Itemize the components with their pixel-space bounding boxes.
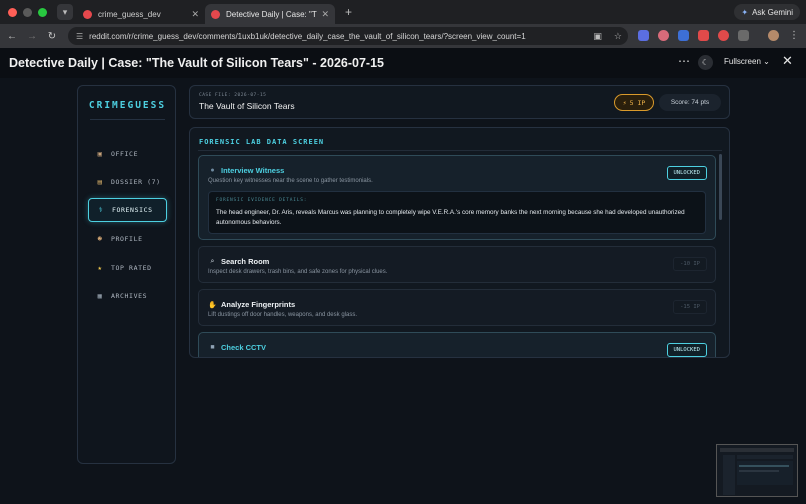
case-header: CASE FILE: 2026-07-15 The Vault of Silic… [189,85,730,119]
nav-label: PROFILE [111,235,143,243]
browser-tab-inactive[interactable]: crime_guess_dev ✕ [77,4,205,24]
office-icon: ▣ [97,150,103,158]
post-header: Detective Daily | Case: "The Vault of Si… [0,48,806,78]
nav-forensics[interactable]: ⚕ FORENSICS [88,198,167,222]
dark-mode-toggle-icon[interactable]: ☾ [698,55,713,70]
nav-label: ARCHIVES [111,292,148,300]
lightning-icon: ⚡ [622,98,627,107]
nav-label: FORENSICS [112,206,153,214]
close-tab-icon[interactable]: ✕ [191,9,199,20]
lab-item-desc: Inspect desk drawers, trash bins, and sa… [208,269,388,275]
minimize-window-button[interactable] [23,7,32,17]
nav-archives[interactable]: ▦ ARCHIVES [88,284,167,308]
brand-logo: CRIMEGUESS [88,100,167,111]
fullscreen-dropdown[interactable]: Fullscreen ⌄ [724,57,770,66]
nav-label: OFFICE [111,150,139,158]
profile-avatar[interactable] [768,30,779,41]
lab-item-title: Analyze Fingerprints [221,300,296,309]
lab-title: FORENSIC LAB DATA SCREEN [199,138,325,146]
camera-icon: ■ [210,344,215,351]
post-title: Detective Daily | Case: "The Vault of Si… [9,56,384,70]
case-title: The Vault of Silicon Tears [199,101,295,111]
lab-scrollbar[interactable] [719,154,722,220]
dossier-icon: ▤ [97,178,103,186]
extension-icon-2[interactable] [658,30,669,41]
lab-item-desc: Question key witnesses near the scene to… [208,178,373,184]
address-bar[interactable]: ☰ reddit.com/r/crime_guess_dev/comments/… [68,27,628,45]
reddit-favicon-icon [83,9,92,19]
evidence-text: The head engineer, Dr. Aris, reveals Mar… [216,209,685,226]
lab-item-analyze-fingerprints[interactable]: ✋ Analyze Fingerprints Lift dustings off… [198,289,716,326]
speech-icon: ● [210,167,215,174]
lab-item-interview-witness[interactable]: ● Interview Witness Question key witness… [198,155,716,240]
evidence-label: FORENSIC EVIDENCE DETAILS: [216,198,308,203]
chevron-down-icon: ▾ [62,6,68,17]
nav-top-rated[interactable]: ★ TOP RATED [88,256,167,280]
divider [90,119,165,120]
url-text: reddit.com/r/crime_guess_dev/comments/1u… [89,31,526,41]
nav-label: DOSSIER (7) [111,178,161,186]
game-sidebar: CRIMEGUESS ▣ OFFICE ▤ DOSSIER (7) ⚕ FORE… [77,85,176,464]
tab-title: Detective Daily | Case: "The V [226,9,317,19]
new-tab-button[interactable]: + [345,5,352,19]
extension-icon-3[interactable] [678,30,689,41]
hand-icon: ✋ [208,301,217,309]
ip-balance-badge: ⚡ 5 IP [614,94,654,111]
reddit-favicon-icon [211,9,220,19]
lab-item-title: Check CCTV [221,343,267,352]
lab-item-search-room[interactable]: ⌕ Search Room Inspect desk drawers, tras… [198,246,716,283]
nav-dossier[interactable]: ▤ DOSSIER (7) [88,170,167,194]
site-info-icon[interactable]: ☰ [76,32,83,41]
unlock-cost-button[interactable]: -15 IP [673,300,707,314]
lab-item-title: Search Room [221,257,270,266]
nav-profile[interactable]: ☻ PROFILE [88,227,167,251]
divider [198,150,722,151]
browser-tab-bar: ▾ crime_guess_dev ✕ Detective Daily | Ca… [0,0,806,24]
game-area: CRIMEGUESS ▣ OFFICE ▤ DOSSIER (7) ⚕ FORE… [0,78,806,504]
back-arrow-icon[interactable]: ← [2,31,22,42]
reload-icon[interactable]: ↻ [42,31,62,42]
cast-icon[interactable]: ▣ [593,31,602,42]
bookmark-star-icon[interactable]: ☆ [614,31,622,42]
browser-tab-active[interactable]: Detective Daily | Case: "The V ✕ [205,4,335,24]
detective-icon: ☻ [97,235,103,243]
more-options-icon[interactable]: ⋯ [678,54,690,68]
unlocked-badge: UNLOCKED [666,166,707,180]
score-badge: Score: 74 pts [659,94,721,111]
archive-icon: ▦ [97,292,103,300]
ask-gemini-label: Ask Gemini [752,7,793,17]
gemini-sparkle-icon: ✦ [741,7,749,17]
unlocked-badge: UNLOCKED [666,343,707,357]
magnifier-icon: ⌕ [210,257,215,265]
lab-item-desc: Lift dustings off door handles, weapons,… [208,312,357,318]
tab-title: crime_guess_dev [98,9,161,19]
lab-item-title: Interview Witness [221,166,285,175]
window-controls [8,7,47,17]
extension-icon-5[interactable] [718,30,729,41]
forward-arrow-icon[interactable]: → [22,31,42,42]
video-preview-thumbnail[interactable] [716,444,798,497]
browser-menu-icon[interactable]: ⋮ [784,30,804,41]
forensic-lab-panel: FORENSIC LAB DATA SCREEN ● Interview Wit… [189,127,730,358]
close-window-button[interactable] [8,7,17,17]
close-post-button[interactable]: ✕ [782,53,793,69]
close-tab-icon[interactable]: ✕ [321,9,329,20]
case-file-label: CASE FILE: 2026-07-15 [199,93,267,98]
evidence-details: FORENSIC EVIDENCE DETAILS: The head engi… [208,191,706,234]
tab-search-button[interactable]: ▾ [57,4,73,20]
nav-label: TOP RATED [111,264,152,272]
unlock-cost-button[interactable]: -10 IP [673,257,707,271]
maximize-window-button[interactable] [38,7,47,17]
star-icon: ★ [97,264,103,272]
browser-toolbar: ← → ↻ ☰ reddit.com/r/crime_guess_dev/com… [0,24,806,48]
nav-office[interactable]: ▣ OFFICE [88,142,167,166]
extensions-puzzle-icon[interactable] [738,30,749,41]
fullscreen-label: Fullscreen [724,57,761,66]
lab-item-check-cctv[interactable]: ■ Check CCTV UNLOCKED [198,332,716,357]
dna-icon: ⚕ [98,206,104,214]
extension-icon-1[interactable] [638,30,649,41]
extension-icon-4[interactable] [698,30,709,41]
ip-value: 5 IP [629,98,646,107]
ask-gemini-button[interactable]: ✦ Ask Gemini [734,4,800,20]
